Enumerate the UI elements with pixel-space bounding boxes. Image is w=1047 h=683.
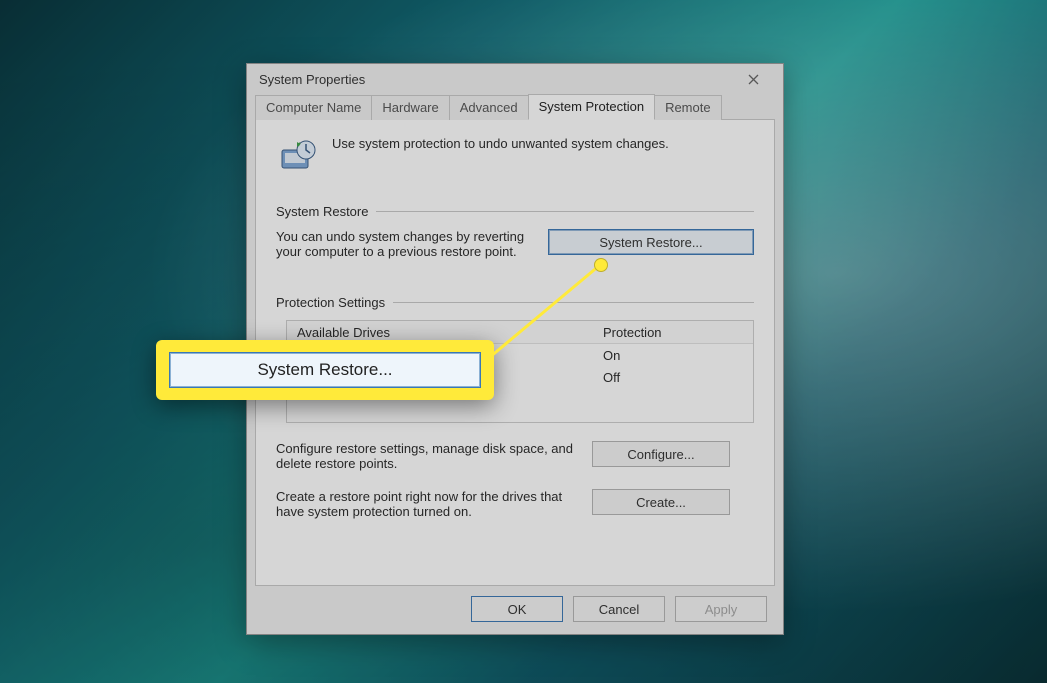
apply-button: Apply: [675, 596, 767, 622]
ok-button[interactable]: OK: [471, 596, 563, 622]
close-button[interactable]: [731, 65, 775, 93]
group-protection-settings-title: Protection Settings: [276, 295, 385, 310]
tab-computer-name[interactable]: Computer Name: [255, 95, 372, 120]
divider: [376, 211, 754, 212]
close-icon: [748, 74, 759, 85]
dialog-button-row: OK Cancel Apply: [471, 596, 767, 622]
system-restore-button[interactable]: System Restore...: [548, 229, 754, 255]
group-protection-settings-header: Protection Settings: [276, 295, 754, 310]
configure-button[interactable]: Configure...: [592, 441, 730, 467]
create-description: Create a restore point right now for the…: [276, 489, 576, 519]
intro-text: Use system protection to undo unwanted s…: [332, 136, 669, 151]
divider: [393, 302, 754, 303]
create-restore-point-button[interactable]: Create...: [592, 489, 730, 515]
titlebar[interactable]: System Properties: [247, 64, 783, 94]
col-header-protection: Protection: [597, 325, 753, 340]
highlight-callout: System Restore...: [156, 340, 494, 400]
restore-description: You can undo system changes by reverting…: [276, 229, 532, 259]
configure-description: Configure restore settings, manage disk …: [276, 441, 576, 471]
drive-protection: Off: [597, 370, 753, 385]
drive-protection: On: [597, 348, 753, 363]
col-header-drive: Available Drives: [287, 325, 597, 340]
tab-hardware[interactable]: Hardware: [371, 95, 449, 120]
tab-advanced[interactable]: Advanced: [449, 95, 529, 120]
pointer-dot: [594, 258, 608, 272]
tab-system-protection[interactable]: System Protection: [528, 94, 656, 120]
cancel-button[interactable]: Cancel: [573, 596, 665, 622]
group-system-restore-header: System Restore: [276, 204, 754, 219]
tabstrip: Computer Name Hardware Advanced System P…: [247, 94, 783, 120]
group-system-restore-title: System Restore: [276, 204, 368, 219]
highlight-system-restore-button[interactable]: System Restore...: [169, 352, 481, 388]
tab-remote[interactable]: Remote: [654, 95, 722, 120]
system-protection-icon: [276, 136, 318, 178]
dialog-title: System Properties: [259, 72, 731, 87]
